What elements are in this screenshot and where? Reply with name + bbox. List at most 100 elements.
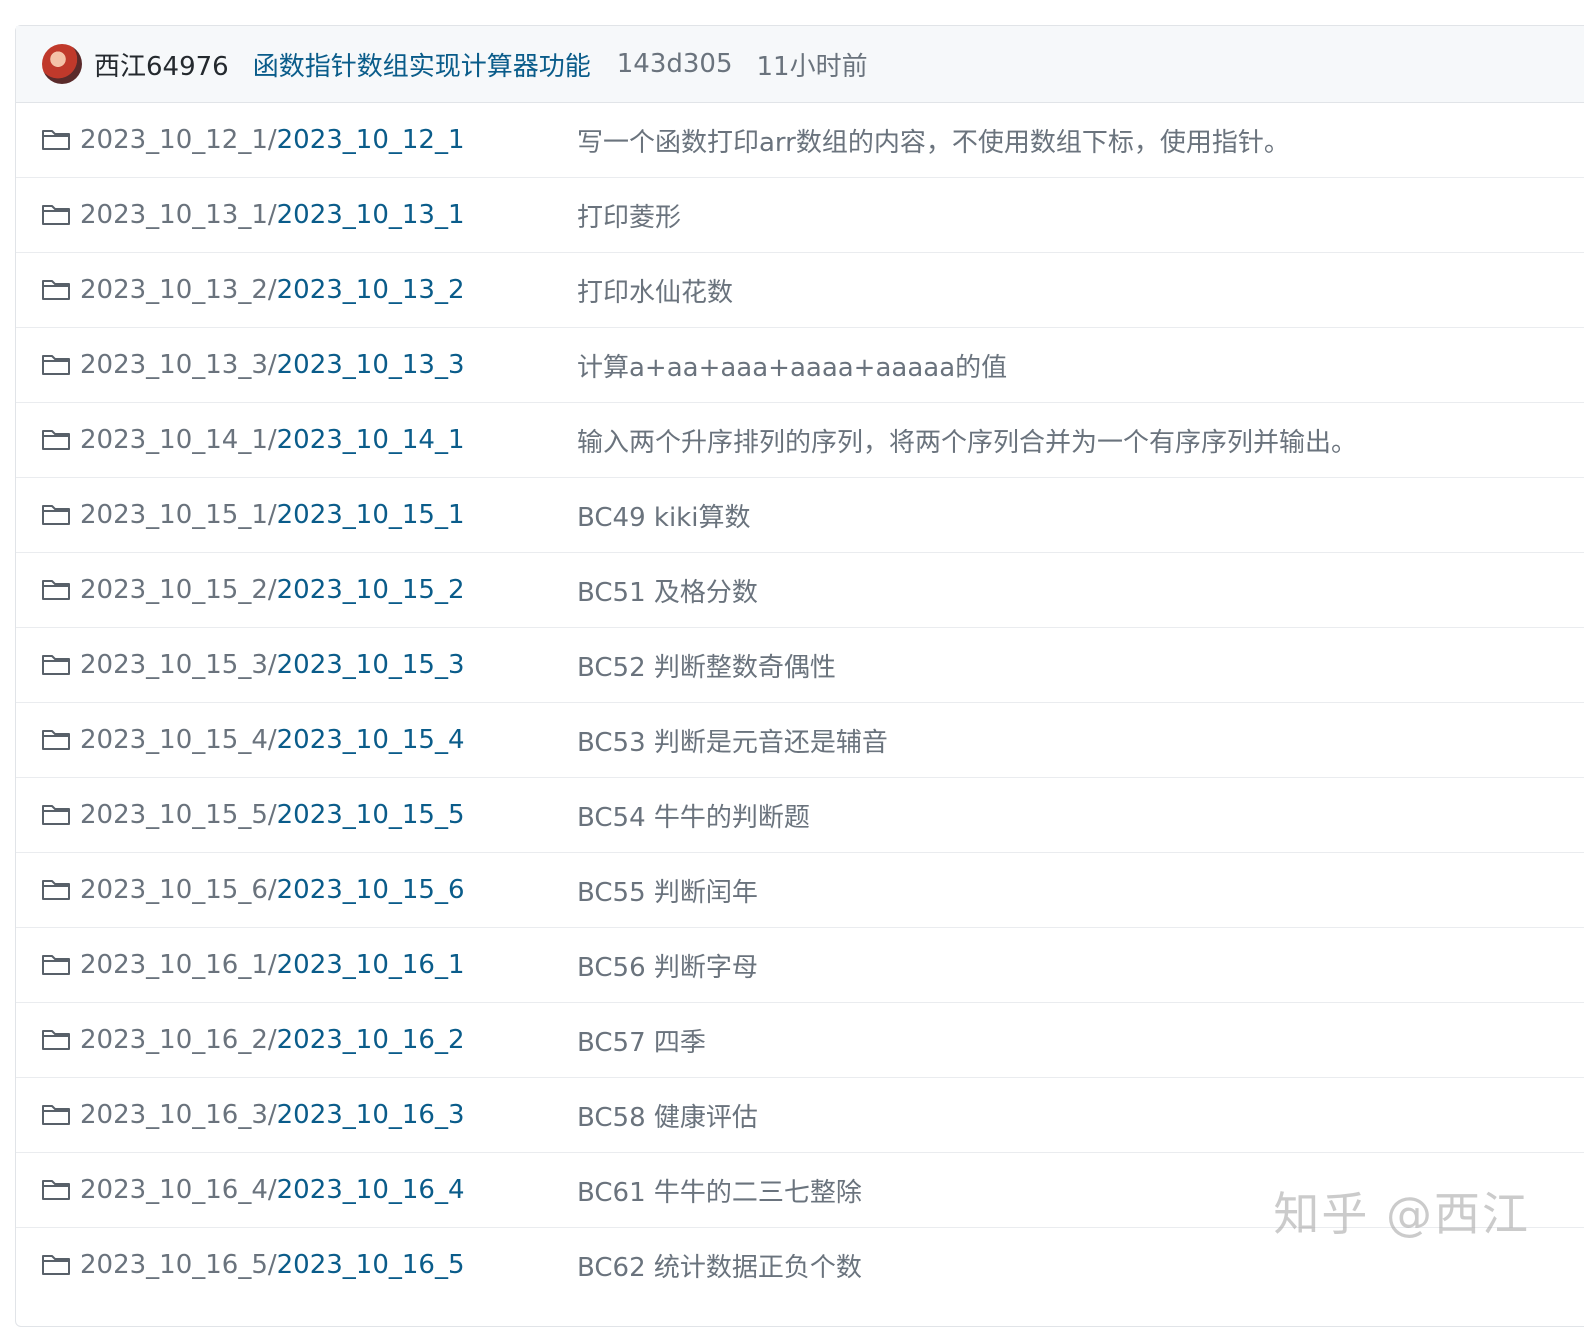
file-path[interactable]: 2023_10_15_6/2023_10_15_6: [80, 875, 465, 905]
folder-name-link[interactable]: 2023_10_16_1: [277, 950, 465, 980]
file-path[interactable]: 2023_10_12_1/2023_10_12_1: [80, 125, 465, 155]
commit-message-link[interactable]: 写一个函数打印arr数组的内容，不使用数组下标，使用指针。: [577, 122, 1290, 159]
file-path[interactable]: 2023_10_16_3/2023_10_16_3: [80, 1100, 465, 1130]
path-prefix[interactable]: 2023_10_13_2/: [80, 275, 277, 305]
latest-commit-bar: 西江64976 函数指针数组实现计算器功能 143d305 11小时前: [16, 26, 1584, 103]
folder-name-link[interactable]: 2023_10_14_1: [277, 425, 465, 455]
commit-message-link[interactable]: BC49 kiki算数: [577, 497, 750, 534]
commit-message-link[interactable]: BC52 判断整数奇偶性: [577, 647, 836, 684]
commit-time: 11小时前: [756, 51, 868, 82]
file-row[interactable]: 2023_10_15_4/2023_10_15_4 BC53 判断是元音还是辅音: [16, 702, 1584, 777]
folder-icon: [41, 1252, 71, 1276]
path-prefix[interactable]: 2023_10_14_1/: [80, 425, 277, 455]
path-prefix[interactable]: 2023_10_16_5/: [80, 1250, 277, 1280]
path-prefix[interactable]: 2023_10_16_3/: [80, 1100, 277, 1130]
commit-message-link[interactable]: 输入两个升序排列的序列，将两个序列合并为一个有序序列并输出。: [577, 422, 1357, 459]
file-row[interactable]: 2023_10_16_2/2023_10_16_2 BC57 四季: [16, 1002, 1584, 1077]
file-path[interactable]: 2023_10_13_3/2023_10_13_3: [80, 350, 465, 380]
folder-name-link[interactable]: 2023_10_13_1: [277, 200, 465, 230]
folder-icon: [41, 277, 71, 301]
commit-message-link[interactable]: BC53 判断是元音还是辅音: [577, 722, 888, 759]
path-prefix[interactable]: 2023_10_16_2/: [80, 1025, 277, 1055]
file-path[interactable]: 2023_10_16_5/2023_10_16_5: [80, 1250, 465, 1280]
file-path[interactable]: 2023_10_15_5/2023_10_15_5: [80, 800, 465, 830]
folder-name-link[interactable]: 2023_10_15_5: [277, 800, 465, 830]
folder-name-link[interactable]: 2023_10_16_5: [277, 1250, 465, 1280]
commit-message-link[interactable]: BC57 四季: [577, 1022, 706, 1059]
file-row[interactable]: 2023_10_15_2/2023_10_15_2 BC51 及格分数: [16, 552, 1584, 627]
folder-name-link[interactable]: 2023_10_16_4: [277, 1175, 465, 1205]
folder-icon: [41, 1177, 71, 1201]
path-prefix[interactable]: 2023_10_13_3/: [80, 350, 277, 380]
file-row[interactable]: 2023_10_13_2/2023_10_13_2 打印水仙花数: [16, 252, 1584, 327]
commit-message-link[interactable]: BC54 牛牛的判断题: [577, 797, 810, 834]
path-prefix[interactable]: 2023_10_15_5/: [80, 800, 277, 830]
folder-icon: [41, 352, 71, 376]
file-path[interactable]: 2023_10_13_1/2023_10_13_1: [80, 200, 465, 230]
file-row[interactable]: 2023_10_16_3/2023_10_16_3 BC58 健康评估: [16, 1077, 1584, 1152]
commit-author[interactable]: 西江64976: [94, 46, 229, 83]
path-prefix[interactable]: 2023_10_12_1/: [80, 125, 277, 155]
path-prefix[interactable]: 2023_10_15_1/: [80, 500, 277, 530]
commit-message-link[interactable]: BC56 判断字母: [577, 947, 758, 984]
folder-name-link[interactable]: 2023_10_15_3: [277, 650, 465, 680]
path-prefix[interactable]: 2023_10_15_2/: [80, 575, 277, 605]
path-prefix[interactable]: 2023_10_16_1/: [80, 950, 277, 980]
folder-icon: [41, 1027, 71, 1051]
file-path[interactable]: 2023_10_15_3/2023_10_15_3: [80, 650, 465, 680]
folder-icon: [41, 577, 71, 601]
file-row[interactable]: 2023_10_16_1/2023_10_16_1 BC56 判断字母: [16, 927, 1584, 1002]
path-prefix[interactable]: 2023_10_13_1/: [80, 200, 277, 230]
commit-message-link[interactable]: 打印菱形: [577, 197, 681, 234]
folder-name-link[interactable]: 2023_10_13_3: [277, 350, 465, 380]
commit-message-link[interactable]: BC51 及格分数: [577, 572, 758, 609]
commit-message-link[interactable]: 计算a+aa+aaa+aaaa+aaaaa的值: [577, 347, 1007, 384]
file-row[interactable]: 2023_10_15_5/2023_10_15_5 BC54 牛牛的判断题: [16, 777, 1584, 852]
file-row[interactable]: 2023_10_15_1/2023_10_15_1 BC49 kiki算数: [16, 477, 1584, 552]
file-path[interactable]: 2023_10_16_4/2023_10_16_4: [80, 1175, 465, 1205]
file-path[interactable]: 2023_10_15_2/2023_10_15_2: [80, 575, 465, 605]
folder-name-link[interactable]: 2023_10_12_1: [277, 125, 465, 155]
folder-icon: [41, 127, 71, 151]
file-row[interactable]: 2023_10_14_1/2023_10_14_1 输入两个升序排列的序列，将两个…: [16, 402, 1584, 477]
path-prefix[interactable]: 2023_10_15_3/: [80, 650, 277, 680]
folder-icon: [41, 877, 71, 901]
file-row[interactable]: 2023_10_15_6/2023_10_15_6 BC55 判断闰年: [16, 852, 1584, 927]
commit-message-link[interactable]: BC62 统计数据正负个数: [577, 1247, 862, 1284]
file-rows: 2023_10_12_1/2023_10_12_1 写一个函数打印arr数组的内容…: [16, 103, 1584, 1302]
folder-name-link[interactable]: 2023_10_15_1: [277, 500, 465, 530]
file-path[interactable]: 2023_10_15_4/2023_10_15_4: [80, 725, 465, 755]
folder-name-link[interactable]: 2023_10_15_6: [277, 875, 465, 905]
commit-sha[interactable]: 143d305: [617, 49, 733, 79]
file-path[interactable]: 2023_10_16_2/2023_10_16_2: [80, 1025, 465, 1055]
folder-name-link[interactable]: 2023_10_15_4: [277, 725, 465, 755]
folder-icon: [41, 502, 71, 526]
file-path[interactable]: 2023_10_14_1/2023_10_14_1: [80, 425, 465, 455]
folder-name-link[interactable]: 2023_10_16_3: [277, 1100, 465, 1130]
commit-message-link[interactable]: BC61 牛牛的二三七整除: [577, 1172, 862, 1209]
path-prefix[interactable]: 2023_10_15_6/: [80, 875, 277, 905]
folder-icon: [41, 802, 71, 826]
folder-icon: [41, 952, 71, 976]
folder-icon: [41, 427, 71, 451]
folder-icon: [41, 202, 71, 226]
file-path[interactable]: 2023_10_15_1/2023_10_15_1: [80, 500, 465, 530]
path-prefix[interactable]: 2023_10_15_4/: [80, 725, 277, 755]
path-prefix[interactable]: 2023_10_16_4/: [80, 1175, 277, 1205]
commit-message[interactable]: 函数指针数组实现计算器功能: [253, 46, 591, 83]
watermark: 知乎 @西江: [1273, 1187, 1530, 1241]
file-row[interactable]: 2023_10_13_3/2023_10_13_3 计算a+aa+aaa+aaaa…: [16, 327, 1584, 402]
folder-name-link[interactable]: 2023_10_13_2: [277, 275, 465, 305]
commit-message-link[interactable]: 打印水仙花数: [577, 272, 733, 309]
commit-message-link[interactable]: BC55 判断闰年: [577, 872, 758, 909]
folder-icon: [41, 727, 71, 751]
file-path[interactable]: 2023_10_16_1/2023_10_16_1: [80, 950, 465, 980]
file-path[interactable]: 2023_10_13_2/2023_10_13_2: [80, 275, 465, 305]
file-row[interactable]: 2023_10_13_1/2023_10_13_1 打印菱形: [16, 177, 1584, 252]
commit-message-link[interactable]: BC58 健康评估: [577, 1097, 758, 1134]
folder-name-link[interactable]: 2023_10_16_2: [277, 1025, 465, 1055]
folder-name-link[interactable]: 2023_10_15_2: [277, 575, 465, 605]
file-row[interactable]: 2023_10_12_1/2023_10_12_1 写一个函数打印arr数组的内容…: [16, 103, 1584, 177]
file-row[interactable]: 2023_10_15_3/2023_10_15_3 BC52 判断整数奇偶性: [16, 627, 1584, 702]
avatar[interactable]: [42, 44, 82, 84]
